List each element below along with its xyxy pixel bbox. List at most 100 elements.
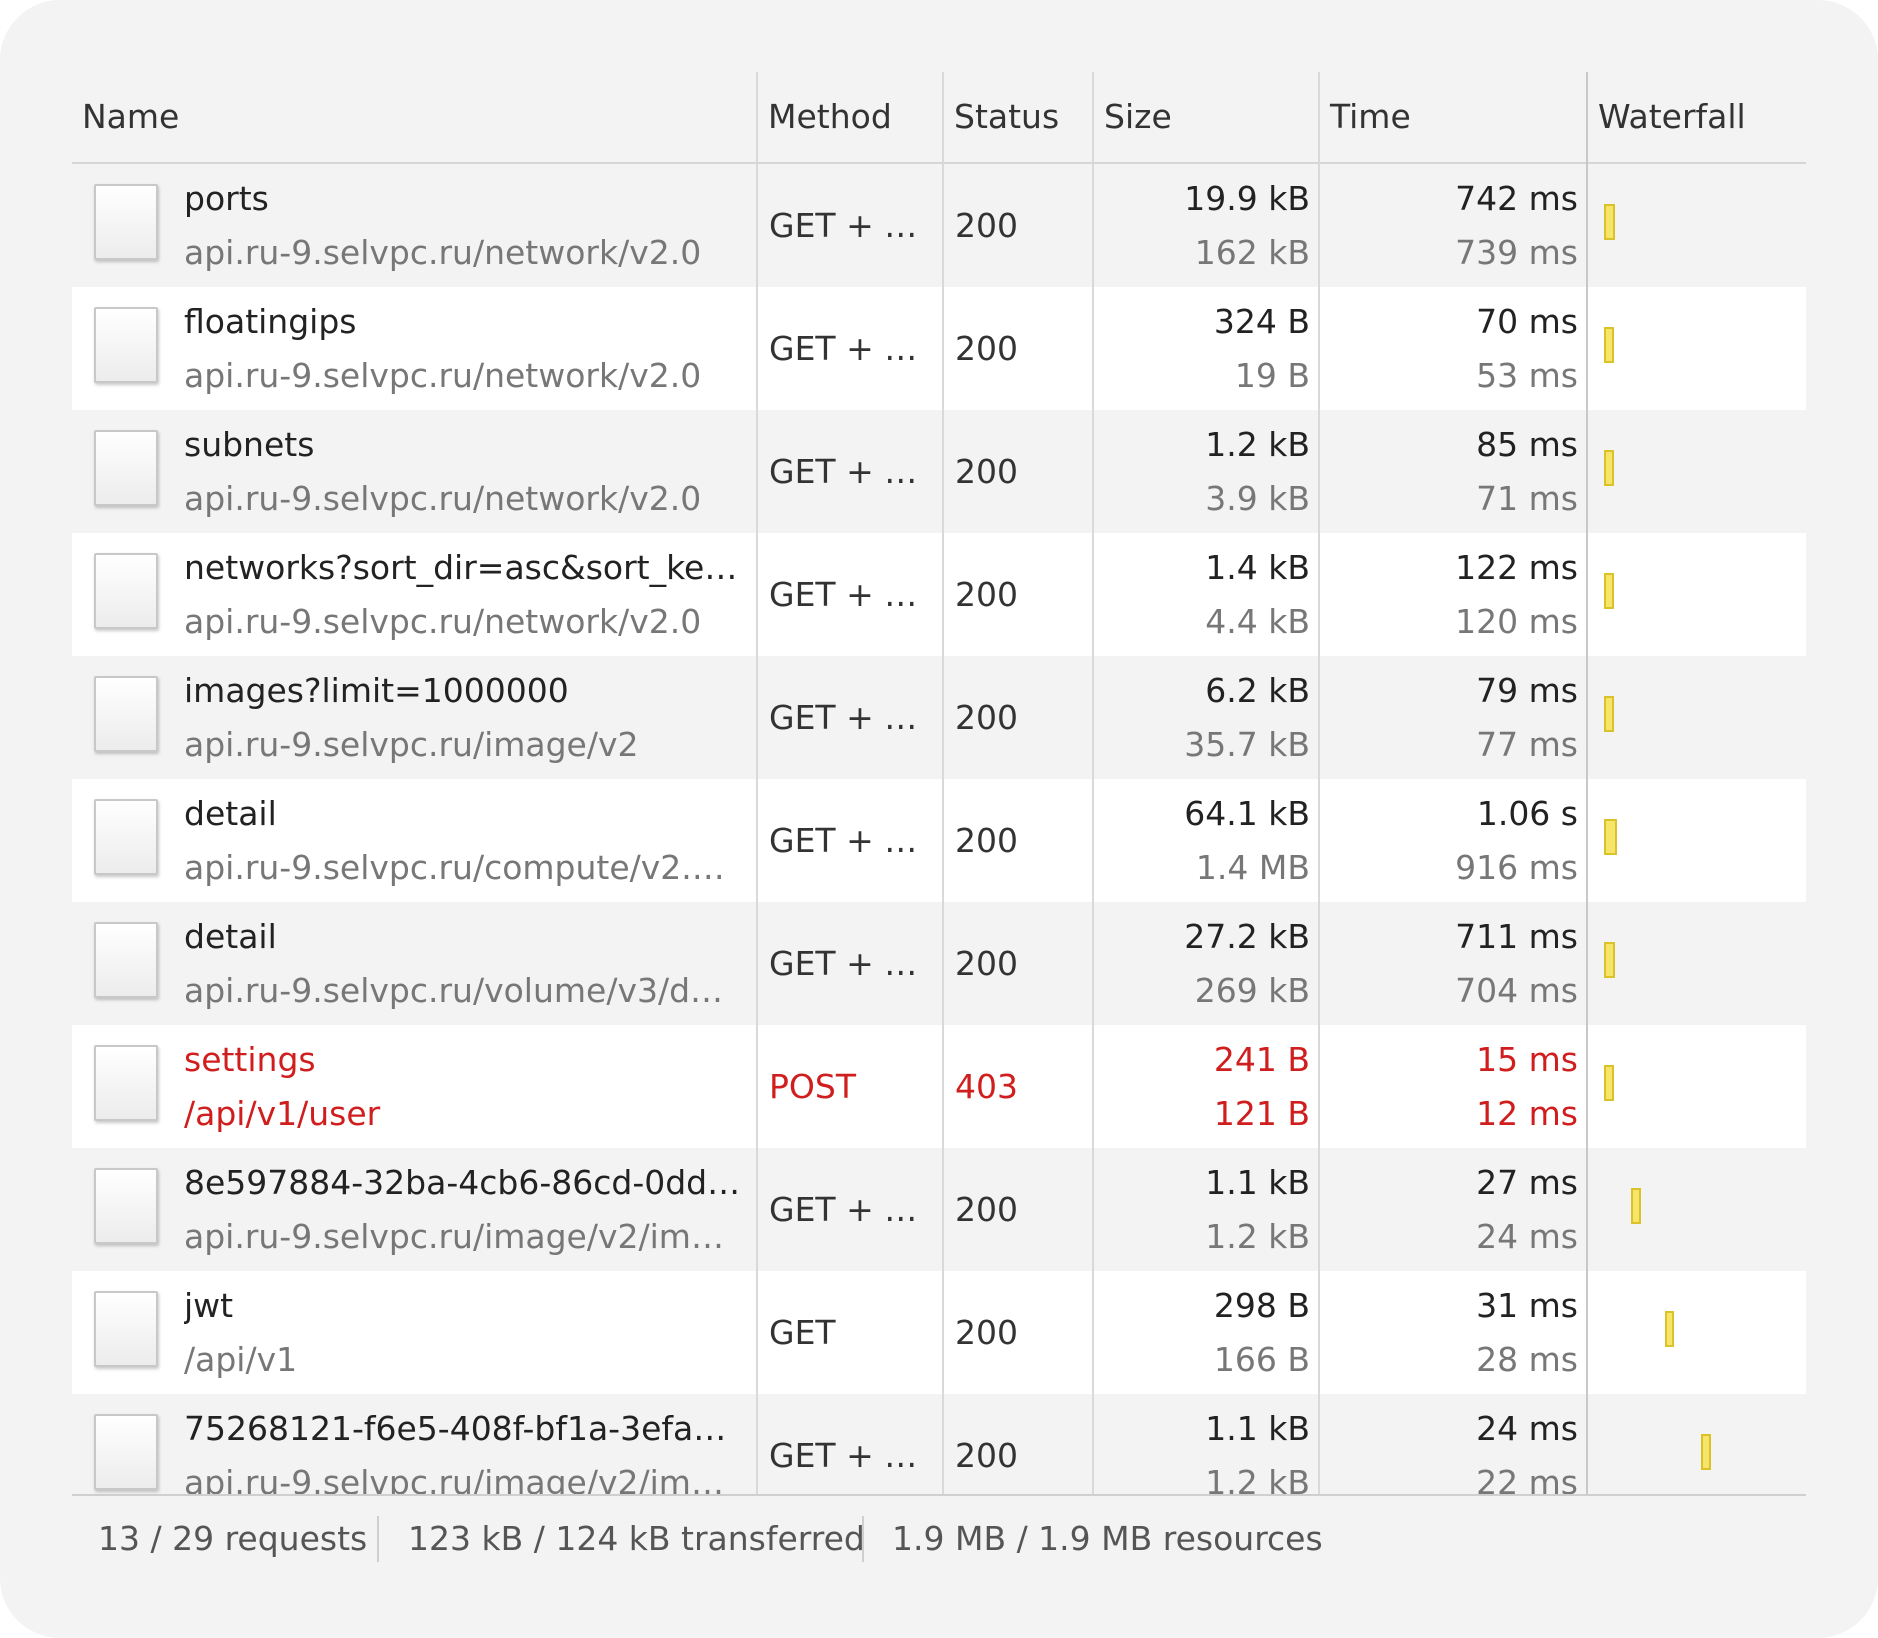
request-time: 85 ms xyxy=(1476,425,1578,464)
transfer-size: 27.2 kB xyxy=(1184,917,1310,956)
column-divider[interactable] xyxy=(1586,72,1588,1494)
waterfall-bar[interactable] xyxy=(1664,1311,1675,1347)
column-divider[interactable] xyxy=(1092,72,1094,1494)
table-row[interactable]: detail api.ru-9.selvpc.ru/compute/v2.1/s.… xyxy=(72,779,1806,902)
waterfall-bar[interactable] xyxy=(1631,1188,1641,1224)
table-row[interactable]: ports api.ru-9.selvpc.ru/network/v2.0 GET … xyxy=(72,164,1806,287)
request-method: GET + P... xyxy=(769,698,929,737)
waterfall-bar[interactable] xyxy=(1604,1065,1614,1101)
column-divider[interactable] xyxy=(756,72,758,1494)
resource-size: 3.9 kB xyxy=(1205,479,1310,518)
file-icon xyxy=(94,1168,158,1244)
waterfall-bar[interactable] xyxy=(1604,573,1614,609)
request-status: 200 xyxy=(955,452,1018,491)
resource-size: 1.2 kB xyxy=(1205,1217,1310,1256)
column-header-status[interactable]: Status xyxy=(944,72,1092,162)
request-method: GET xyxy=(769,1313,929,1352)
request-method: GET + P... xyxy=(769,1436,929,1475)
request-name: ports xyxy=(184,179,269,218)
transfer-size: 64.1 kB xyxy=(1184,794,1310,833)
request-path: api.ru-9.selvpc.ru/network/v2.0 xyxy=(184,602,702,641)
transfer-size: 298 B xyxy=(1213,1286,1310,1325)
table-row[interactable]: images?limit=1000000 api.ru-9.selvpc.ru/i… xyxy=(72,656,1806,779)
request-time: 31 ms xyxy=(1476,1286,1578,1325)
request-method: GET + P... xyxy=(769,1190,929,1229)
method-label: GET + xyxy=(769,329,885,368)
file-icon xyxy=(94,430,158,506)
method-label: POST xyxy=(769,1067,856,1106)
footer-divider xyxy=(377,1516,379,1562)
request-status: 200 xyxy=(955,698,1018,737)
request-status: 200 xyxy=(955,329,1018,368)
request-latency: 916 ms xyxy=(1455,848,1578,887)
method-label: GET + xyxy=(769,1436,885,1475)
request-time: 742 ms xyxy=(1455,179,1578,218)
method-label: GET + xyxy=(769,1190,885,1229)
column-header-size[interactable]: Size xyxy=(1094,72,1318,162)
request-path: /api/v1 xyxy=(184,1340,298,1379)
file-icon xyxy=(94,922,158,998)
request-latency: 22 ms xyxy=(1476,1463,1578,1494)
request-time: 15 ms xyxy=(1476,1040,1578,1079)
request-name: networks?sort_dir=asc&sort_key... xyxy=(184,548,744,587)
request-time: 79 ms xyxy=(1476,671,1578,710)
request-status: 200 xyxy=(955,821,1018,860)
request-status: 403 xyxy=(955,1067,1018,1106)
request-name: settings xyxy=(184,1040,316,1079)
table-row[interactable]: detail api.ru-9.selvpc.ru/volume/v3/d63..… xyxy=(72,902,1806,1025)
column-divider[interactable] xyxy=(942,72,944,1494)
table-row[interactable]: floatingips api.ru-9.selvpc.ru/network/v2… xyxy=(72,287,1806,410)
table-row[interactable]: settings/api/v1/user POST 403 241 B 121 B 15 … xyxy=(72,1025,1806,1148)
request-status: 200 xyxy=(955,1190,1018,1229)
request-time: 70 ms xyxy=(1476,302,1578,341)
waterfall-bar[interactable] xyxy=(1701,1434,1711,1470)
waterfall-bar[interactable] xyxy=(1604,942,1616,978)
request-method: GET + P... xyxy=(769,329,929,368)
request-time: 1.06 s xyxy=(1476,794,1578,833)
waterfall-bar[interactable] xyxy=(1604,450,1614,486)
request-path: api.ru-9.selvpc.ru/network/v2.0 xyxy=(184,356,702,395)
waterfall-bar[interactable] xyxy=(1604,819,1618,855)
column-header-time[interactable]: Time xyxy=(1320,72,1586,162)
file-icon xyxy=(94,1045,158,1121)
method-label: GET xyxy=(769,1313,836,1352)
table-row[interactable]: subnets api.ru-9.selvpc.ru/network/v2.0 GE… xyxy=(72,410,1806,533)
method-label: GET + xyxy=(769,698,885,737)
resource-size: 166 B xyxy=(1213,1340,1310,1379)
file-icon xyxy=(94,184,158,260)
column-header-name[interactable]: Name xyxy=(72,72,756,162)
table-header: Name Method Status Size Time Waterfall xyxy=(72,72,1806,164)
column-header-method[interactable]: Method xyxy=(758,72,942,162)
request-latency: 77 ms xyxy=(1476,725,1578,764)
waterfall-bar[interactable] xyxy=(1604,696,1614,732)
table-row[interactable]: jwt/api/v1 GET 200 298 B 166 B 31 ms 28 ms xyxy=(72,1271,1806,1394)
request-count: 13 / 29 requests xyxy=(98,1519,368,1558)
table-row[interactable]: 75268121-f6e5-408f-bf1a-3efa83... api.ru-… xyxy=(72,1394,1806,1494)
request-name: 8e597884-32ba-4cb6-86cd-0ddd... xyxy=(184,1163,744,1202)
request-latency: 24 ms xyxy=(1476,1217,1578,1256)
table-row[interactable]: 8e597884-32ba-4cb6-86cd-0ddd... api.ru-9.… xyxy=(72,1148,1806,1271)
waterfall-bar[interactable] xyxy=(1604,327,1614,363)
waterfall-bar[interactable] xyxy=(1604,204,1616,240)
resource-size: 4.4 kB xyxy=(1205,602,1310,641)
request-status: 200 xyxy=(955,1436,1018,1475)
network-panel: Name Method Status Size Time Waterfall p… xyxy=(0,0,1878,1638)
method-label: GET + xyxy=(769,452,885,491)
resource-size: 1.2 kB xyxy=(1205,1463,1310,1494)
column-header-waterfall[interactable]: Waterfall xyxy=(1588,72,1806,162)
request-latency: 739 ms xyxy=(1455,233,1578,272)
table-row[interactable]: networks?sort_dir=asc&sort_key... api.ru-… xyxy=(72,533,1806,656)
file-icon xyxy=(94,799,158,875)
resource-size: 35.7 kB xyxy=(1184,725,1310,764)
transfer-size: 6.2 kB xyxy=(1205,671,1310,710)
column-divider[interactable] xyxy=(1318,72,1320,1494)
request-time: 27 ms xyxy=(1476,1163,1578,1202)
request-method: GET + P... xyxy=(769,944,929,983)
request-method: GET + P... xyxy=(769,452,929,491)
request-name: images?limit=1000000 xyxy=(184,671,569,710)
file-icon xyxy=(94,307,158,383)
transfer-size: 1.4 kB xyxy=(1205,548,1310,587)
requests-table: Name Method Status Size Time Waterfall p… xyxy=(72,72,1806,1494)
request-latency: 12 ms xyxy=(1476,1094,1578,1133)
footer-divider xyxy=(862,1516,864,1562)
